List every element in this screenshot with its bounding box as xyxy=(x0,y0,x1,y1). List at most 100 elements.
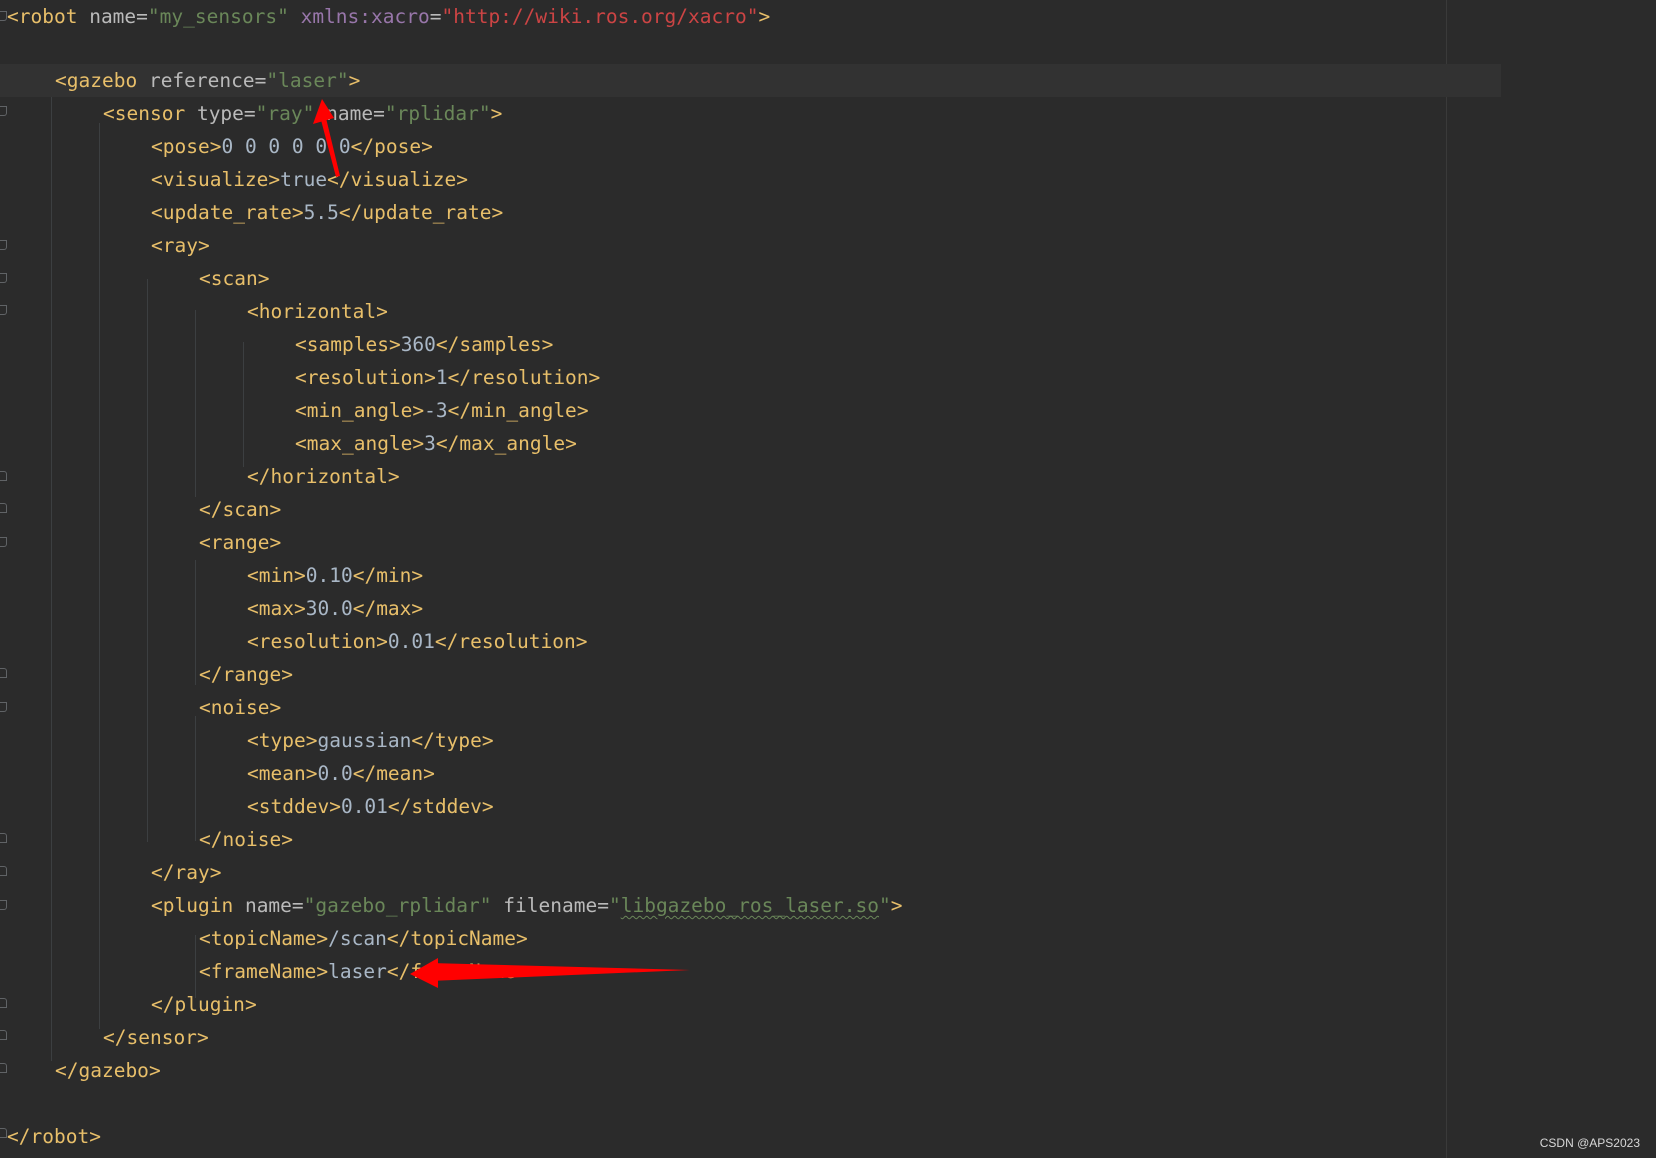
code-line[interactable]: <topicName>/scan</topicName> xyxy=(0,922,1645,955)
code-line[interactable]: <mean>0.0</mean> xyxy=(0,757,1656,790)
xml-text-value: laser xyxy=(328,960,387,983)
code-line[interactable]: <visualize>true</visualize> xyxy=(0,163,1597,196)
xml-tag: max_angle xyxy=(459,432,566,455)
xml-text-value: 0.0 xyxy=(317,762,353,785)
xml-text-value: -3 xyxy=(424,399,448,422)
xml-tag: ray xyxy=(162,234,198,257)
xml-text-value: 5.5 xyxy=(303,201,339,224)
xml-tag: samples xyxy=(459,333,542,356)
xml-attribute: name xyxy=(244,894,292,917)
xml-tag: update_rate xyxy=(162,201,292,224)
xml-attribute-value: ray xyxy=(267,102,303,125)
code-line[interactable]: <resolution>1</resolution> xyxy=(0,361,1656,394)
code-line[interactable]: <plugin name="gazebo_rplidar" filename="… xyxy=(0,889,1597,922)
xml-tag: scan xyxy=(210,267,258,290)
xml-text-value: /scan xyxy=(328,927,387,950)
xml-tag: plugin xyxy=(162,894,234,917)
code-line[interactable]: </gazebo> xyxy=(0,1054,1501,1087)
xml-attribute-value: gazebo_rplidar xyxy=(315,894,480,917)
xml-tag: scan xyxy=(222,498,270,521)
xml-tag: noise xyxy=(210,696,270,719)
xml-tag: plugin xyxy=(174,993,245,1016)
xml-attribute: filename xyxy=(503,894,598,917)
code-line[interactable]: </plugin> xyxy=(0,988,1597,1021)
xml-attribute: type xyxy=(196,102,244,125)
xml-tag: mean xyxy=(376,762,424,785)
xml-tag: stddev xyxy=(258,795,330,818)
code-line[interactable]: <sensor type="ray" name="rplidar"> xyxy=(0,97,1549,130)
xml-text-value: 360 xyxy=(400,333,436,356)
xml-tag: visualize xyxy=(350,168,457,191)
xml-tag: robot xyxy=(18,5,78,28)
xml-text-value: gaussian xyxy=(317,729,412,752)
xml-tag: pose xyxy=(162,135,210,158)
code-line[interactable]: <max>30.0</max> xyxy=(0,592,1656,625)
xml-tag: mean xyxy=(258,762,306,785)
code-line[interactable]: <max_angle>3</max_angle> xyxy=(0,427,1656,460)
xml-tag: robot xyxy=(30,1125,90,1148)
xml-tag: resolution xyxy=(258,630,377,653)
xml-tag: sensor xyxy=(114,102,186,125)
xml-tag: min xyxy=(376,564,412,587)
xml-tag: ray xyxy=(174,861,210,884)
code-line-current[interactable]: <gazebo reference="laser"> xyxy=(0,64,1501,97)
code-line[interactable]: <horizontal> xyxy=(0,295,1656,328)
code-line[interactable]: <pose>0 0 0 0 0 0</pose> xyxy=(0,130,1597,163)
code-line[interactable]: </scan> xyxy=(0,493,1645,526)
xml-attribute-value: libgazebo_ros_laser.so xyxy=(620,894,879,917)
code-line[interactable]: </range> xyxy=(0,658,1645,691)
xml-tag: horizontal xyxy=(270,465,388,488)
code-line[interactable]: </noise> xyxy=(0,823,1645,856)
code-line[interactable]: <type>gaussian</type> xyxy=(0,724,1656,757)
code-line[interactable]: <samples>360</samples> xyxy=(0,328,1656,361)
code-line[interactable]: <min>0.10</min> xyxy=(0,559,1656,592)
code-line[interactable]: <scan> xyxy=(0,262,1645,295)
xml-text-value: 3 xyxy=(424,432,436,455)
xml-tag: frameName xyxy=(210,960,317,983)
xml-tag: range xyxy=(210,531,270,554)
xml-text-value: 0.01 xyxy=(340,795,388,818)
code-line[interactable]: </robot> xyxy=(0,1120,1453,1153)
xml-text-value: 0.10 xyxy=(305,564,353,587)
xml-tag: sensor xyxy=(126,1026,197,1049)
code-line[interactable]: <robot name="my_sensors" xmlns:xacro="ht… xyxy=(0,0,1453,33)
code-line[interactable]: <range> xyxy=(0,526,1645,559)
code-line[interactable]: <resolution>0.01</resolution> xyxy=(0,625,1656,658)
xml-tag: gazebo xyxy=(78,1059,149,1082)
xml-tag: type xyxy=(258,729,306,752)
xml-tag: noise xyxy=(222,828,282,851)
xml-attribute-value: rplidar xyxy=(396,102,479,125)
xml-tag: topicName xyxy=(410,927,517,950)
code-line[interactable]: <stddev>0.01</stddev> xyxy=(0,790,1656,823)
xml-attribute: reference xyxy=(148,69,255,92)
xml-tag: resolution xyxy=(306,366,425,389)
xml-tag: horizontal xyxy=(258,300,377,323)
xml-attribute-value: laser xyxy=(278,69,337,92)
xml-tag: type xyxy=(434,729,482,752)
xml-url-value: http://wiki.ros.org/xacro xyxy=(453,5,747,28)
xml-tag: min_angle xyxy=(306,399,413,422)
xml-tag: update_rate xyxy=(362,201,492,224)
xml-tag: max xyxy=(376,597,412,620)
code-line[interactable]: <frameName>laser</frameName> xyxy=(0,955,1645,988)
code-editor[interactable]: <robot name="my_sensors" xmlns:xacro="ht… xyxy=(0,0,1656,1158)
xml-attribute: xmlns:xacro xyxy=(300,5,430,28)
xml-text-value: 30.0 xyxy=(305,597,353,620)
xml-attribute: name xyxy=(89,5,137,28)
xml-text-value: true xyxy=(280,168,328,191)
xml-tag: pose xyxy=(374,135,422,158)
xml-tag: resolution xyxy=(471,366,589,389)
xml-tag: gazebo xyxy=(66,69,138,92)
code-line[interactable]: </horizontal> xyxy=(0,460,1656,493)
xml-text-value: 0 0 0 0 0 0 xyxy=(221,135,351,158)
watermark: CSDN @APS2023 xyxy=(1539,1136,1640,1150)
code-line[interactable]: </ray> xyxy=(0,856,1597,889)
code-line[interactable]: </sensor> xyxy=(0,1021,1549,1054)
xml-tag: min xyxy=(258,564,294,587)
code-line[interactable]: <min_angle>-3</min_angle> xyxy=(0,394,1656,427)
xml-tag: max xyxy=(258,597,294,620)
xml-tag: samples xyxy=(306,333,389,356)
code-line[interactable]: <noise> xyxy=(0,691,1645,724)
code-line[interactable]: <ray> xyxy=(0,229,1597,262)
code-line[interactable]: <update_rate>5.5</update_rate> xyxy=(0,196,1597,229)
